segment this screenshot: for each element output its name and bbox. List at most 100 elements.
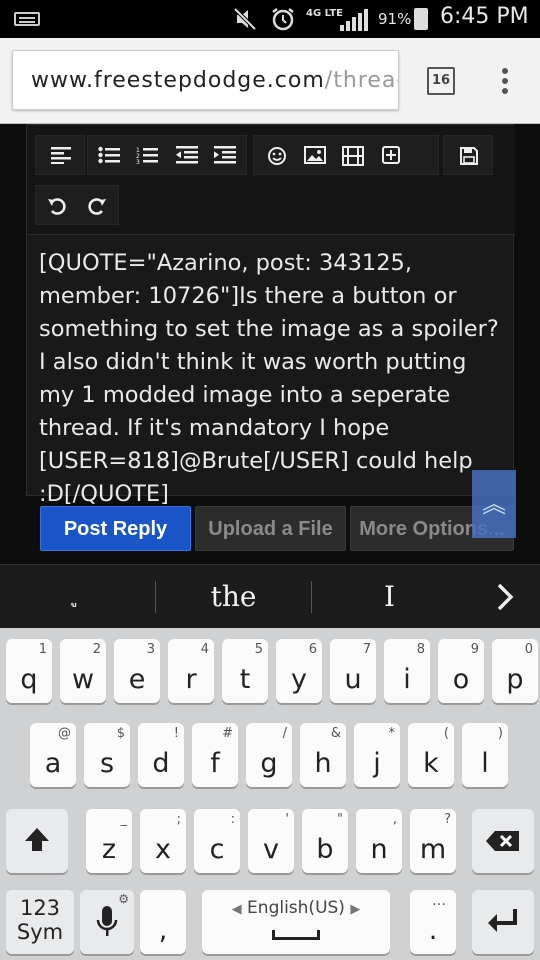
align-group [35, 135, 85, 175]
key-hint: ) [497, 726, 503, 741]
voice-input-key[interactable]: ⚙ [80, 890, 134, 954]
key-label: m [419, 834, 447, 865]
url-host: www.freestepdodge.com [31, 68, 325, 93]
key-v[interactable]: ' v [248, 809, 294, 873]
bullet-list-icon[interactable] [90, 136, 128, 176]
key-label: q [20, 664, 38, 695]
numbered-list-icon[interactable]: 123 [128, 136, 166, 176]
url-field[interactable]: www.freestepdodge.com/threads [12, 50, 399, 110]
key-label: b [316, 834, 334, 865]
key-hint: 3 [146, 642, 155, 657]
key-hint: & [330, 726, 341, 741]
key-label: i [403, 664, 411, 695]
key-hint: 2 [92, 642, 101, 657]
key-a[interactable]: @ a [30, 723, 76, 787]
key-hint: ( [443, 726, 449, 741]
key-w[interactable]: 2w [60, 639, 106, 703]
alarm-icon [270, 6, 296, 32]
more-suggestions-icon[interactable] [475, 565, 535, 629]
key-u[interactable]: 7u [330, 639, 376, 703]
key-j[interactable]: * j [354, 723, 400, 787]
key-label: h [314, 748, 332, 779]
suggestion-left[interactable]: ู [0, 565, 155, 629]
key-e[interactable]: 3e [114, 639, 160, 703]
symbols-label-bottom: Sym [16, 920, 64, 944]
suggestion-middle[interactable]: the [156, 565, 311, 629]
space-key[interactable]: ◀ English(US) ▶ [202, 890, 390, 954]
editor-toolbar: 123 [27, 125, 515, 235]
media-icon[interactable] [334, 136, 372, 176]
key-hint: ! [173, 726, 179, 741]
key-label: s [99, 748, 115, 779]
comma-key[interactable]: , [140, 890, 186, 954]
history-group [35, 185, 119, 225]
backspace-key[interactable] [472, 809, 534, 873]
indent-icon[interactable] [206, 136, 244, 176]
enter-key[interactable] [472, 890, 534, 954]
upload-file-button[interactable]: Upload a File [195, 506, 346, 551]
key-y[interactable]: 6y [276, 639, 322, 703]
save-draft-icon[interactable] [450, 136, 488, 176]
undo-icon[interactable] [38, 186, 76, 226]
key-x[interactable]: ; x [140, 809, 186, 873]
key-label: y [291, 664, 307, 695]
suggestion-strip: ู the I [0, 564, 540, 628]
key-l[interactable]: ) l [462, 723, 508, 787]
key-d[interactable]: ! d [138, 723, 184, 787]
key-label: c [209, 834, 225, 865]
language-next-icon: ▶ [350, 902, 361, 917]
key-s[interactable]: $ s [84, 723, 130, 787]
language-prev-icon: ◀ [231, 902, 242, 917]
post-reply-button[interactable]: Post Reply [40, 506, 191, 551]
key-hint: 1 [38, 642, 47, 657]
symbols-key[interactable]: 123 Sym [6, 890, 74, 954]
period-hint: … [432, 893, 446, 909]
scroll-to-top-icon[interactable]: ︽ [472, 470, 516, 538]
key-q[interactable]: 1q [6, 639, 52, 703]
key-k[interactable]: (k [408, 723, 454, 787]
outdent-icon[interactable] [168, 136, 206, 176]
key-p[interactable]: 0p [492, 639, 538, 703]
browser-toolbar: www.freestepdodge.com/threads 16 [0, 38, 540, 124]
period-key[interactable]: … . [410, 890, 456, 954]
key-label: j [373, 748, 381, 779]
key-c[interactable]: :c [194, 809, 240, 873]
key-n[interactable]: ,n [356, 809, 402, 873]
smiley-icon[interactable] [258, 136, 296, 176]
message-textarea[interactable]: [QUOTE="Azarino, post: 343125, member: 1… [39, 247, 501, 511]
key-label: n [370, 834, 388, 865]
align-left-icon[interactable] [42, 136, 80, 176]
key-b[interactable]: " b [302, 809, 348, 873]
key-hint: # [222, 726, 233, 741]
key-o[interactable]: 9o [438, 639, 484, 703]
key-hint: _ [120, 812, 128, 827]
key-z[interactable]: _ z [86, 809, 132, 873]
key-label: p [506, 664, 524, 695]
overflow-menu-icon[interactable] [502, 68, 508, 96]
key-m[interactable]: ? m [410, 809, 456, 873]
shift-key[interactable] [6, 809, 68, 873]
key-h[interactable]: & h [300, 723, 346, 787]
key-label: g [260, 748, 278, 779]
language-label: English(US) [247, 898, 345, 918]
key-hint: 0 [524, 642, 533, 657]
insert-icon[interactable] [372, 136, 410, 176]
suggestion-right[interactable]: I [312, 565, 467, 629]
key-t[interactable]: 5t [222, 639, 268, 703]
signal-icon [340, 9, 368, 31]
key-f[interactable]: # f [192, 723, 238, 787]
key-hint: 9 [470, 642, 479, 657]
key-label: k [423, 748, 439, 779]
key-r[interactable]: 4r [168, 639, 214, 703]
key-hint: ' [285, 812, 289, 827]
reply-editor: 123 [QUOTE="Azarino, post: 343125, membe… [26, 124, 515, 507]
key-hint: 7 [362, 642, 371, 657]
image-icon[interactable] [296, 136, 334, 176]
lte-icon: 4G LTE [306, 8, 343, 34]
draft-group [443, 135, 493, 175]
redo-icon[interactable] [78, 186, 116, 226]
tab-switcher-button[interactable]: 16 [427, 67, 455, 95]
key-hint: 6 [308, 642, 317, 657]
key-i[interactable]: 8i [384, 639, 430, 703]
key-g[interactable]: / g [246, 723, 292, 787]
